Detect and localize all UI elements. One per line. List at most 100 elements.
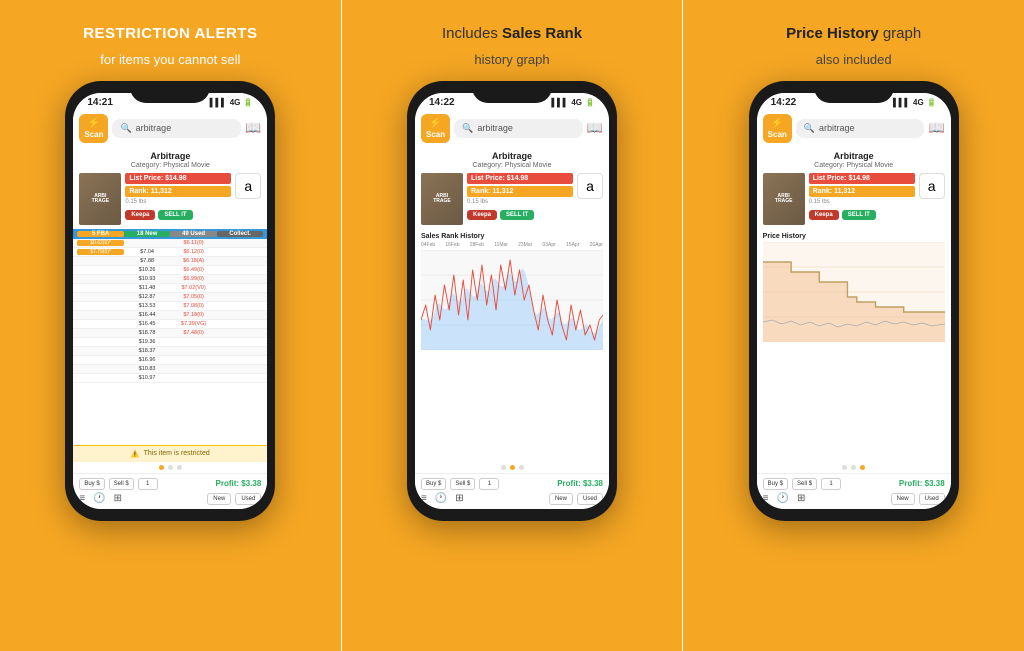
table-row: $10.97 xyxy=(73,374,267,383)
weight-left: 0.15 lbs xyxy=(125,199,231,205)
history-icon-middle[interactable]: 🕐 xyxy=(435,493,447,504)
search-bar-right[interactable]: 🔍 arbitrage xyxy=(796,119,925,138)
table-row: $7.79(0)* $7.04 $6.12(0) xyxy=(73,248,267,257)
price-history-chart: Price History xyxy=(757,229,951,461)
sell-button-middle[interactable]: SELL IT xyxy=(500,210,534,220)
left-panel: RESTRICTION ALERTS for items you cannot … xyxy=(0,0,341,651)
list-icon-left[interactable]: ≡ xyxy=(79,493,85,504)
nav-icons-right: ≡ 🕐 ⊞ New Used xyxy=(763,493,945,505)
restriction-text-left: This item is restricted xyxy=(144,450,210,457)
nav-tab-new-right[interactable]: New xyxy=(891,493,915,505)
dots-left xyxy=(73,462,267,473)
price-badge-left: List Price: $14.98 xyxy=(125,173,231,184)
product-image-left: ARBITRAGE xyxy=(79,173,121,225)
buy-button-left[interactable]: Buy $ xyxy=(79,478,104,490)
product-image-middle: ARBITRAGE xyxy=(421,173,463,225)
book-icon-left: 📖 xyxy=(245,120,261,136)
sell-button-left[interactable]: SELL IT xyxy=(158,210,192,220)
search-bar-left[interactable]: 🔍 arbitrage xyxy=(112,119,241,138)
phone-middle: 14:22 ▌▌▌ 4G 🔋 ⚡ Scan 🔍 arbitrage 📖 xyxy=(407,81,617,521)
product-info-middle: List Price: $14.98 Rank: 11,312 0.15 lbs… xyxy=(467,173,573,220)
sell-button-bottom-right[interactable]: Sell $ xyxy=(792,478,817,490)
keepa-button-left[interactable]: Keepa xyxy=(125,210,155,220)
offers-table-left: 5 FBA 18 New 49 Used Collect. $0.62(0)* … xyxy=(73,229,267,444)
app-header-right: ⚡ Scan 🔍 arbitrage 📖 xyxy=(757,110,951,148)
phone-notch-left xyxy=(130,81,210,103)
profit-left: Profit: $3.38 xyxy=(216,479,262,488)
sell-button-bottom-left[interactable]: Sell $ xyxy=(109,478,134,490)
list-icon-middle[interactable]: ≡ xyxy=(421,493,427,504)
chart-x-labels-middle: 04Feb 16Feb 28Feb 11Mar 23Mar 03Apr 15Ap… xyxy=(421,242,603,248)
qty-input-middle[interactable]: 1 xyxy=(479,478,499,490)
table-row: $19.36 xyxy=(73,338,267,347)
buy-sell-row-right: Buy $ Sell $ 1 Profit: $3.38 xyxy=(763,478,945,490)
weight-right: 0.15 lbs xyxy=(809,199,915,205)
list-icon-right[interactable]: ≡ xyxy=(763,493,769,504)
product-card-middle: Arbitrage Category: Physical Movie ARBIT… xyxy=(415,147,609,229)
search-icon-right: 🔍 xyxy=(804,123,815,134)
buy-button-right[interactable]: Buy $ xyxy=(763,478,788,490)
product-category-right: Category: Physical Movie xyxy=(763,162,945,169)
nav-tab-used-left[interactable]: Used xyxy=(235,493,261,505)
product-name-right: Arbitrage xyxy=(763,151,945,161)
keepa-button-right[interactable]: Keepa xyxy=(809,210,839,220)
qty-input-right[interactable]: 1 xyxy=(821,478,841,490)
keepa-button-middle[interactable]: Keepa xyxy=(467,210,497,220)
dot-2-middle xyxy=(510,465,515,470)
sales-rank-svg: 50000 40000 30000 20000 10000 xyxy=(421,250,603,350)
sliders-icon-right[interactable]: ⊞ xyxy=(797,493,805,504)
table-row: $18.78 $7.48(0) xyxy=(73,329,267,338)
scan-icon-left: ⚡ xyxy=(84,118,103,130)
profit-right: Profit: $3.38 xyxy=(899,479,945,488)
phone-left: 14:21 ▌▌▌ 4G 🔋 ⚡ Scan 🔍 arbitrage 📖 xyxy=(65,81,275,521)
rank-badge-right: Rank: 11,312 xyxy=(809,186,915,197)
table-row: $11.48 $7.02(V0) xyxy=(73,284,267,293)
product-name-middle: Arbitrage xyxy=(421,151,603,161)
offers-col-new: 18 New xyxy=(124,231,171,237)
middle-panel-title: Includes Sales Rank xyxy=(442,24,582,44)
right-panel-subtitle: also included xyxy=(816,52,892,67)
keepa-row-middle: Keepa SELL IT xyxy=(467,210,573,220)
nav-tab-used-middle[interactable]: Used xyxy=(577,493,603,505)
sell-button-right[interactable]: SELL IT xyxy=(842,210,876,220)
sliders-icon-left[interactable]: ⊞ xyxy=(114,493,122,504)
history-icon-right[interactable]: 🕐 xyxy=(777,493,789,504)
table-row: $10.83 xyxy=(73,365,267,374)
table-row: $7.88 $6.18(A) xyxy=(73,257,267,266)
product-info-left: List Price: $14.98 Rank: 11,312 0.15 lbs… xyxy=(125,173,231,220)
table-row: $16.45 $7.39(VG) xyxy=(73,320,267,329)
nav-tab-new-middle[interactable]: New xyxy=(549,493,573,505)
search-bar-middle[interactable]: 🔍 arbitrage xyxy=(454,119,583,138)
sell-button-bottom-middle[interactable]: Sell $ xyxy=(450,478,475,490)
weight-middle: 0.15 lbs xyxy=(467,199,573,205)
nav-tab-used-right[interactable]: Used xyxy=(919,493,945,505)
product-details-middle: ARBITRAGE List Price: $14.98 Rank: 11,31… xyxy=(421,173,603,225)
sliders-icon-middle[interactable]: ⊞ xyxy=(455,493,463,504)
phone-screen-right: 14:22 ▌▌▌ 4G 🔋 ⚡ Scan 🔍 arbitrage 📖 xyxy=(757,93,951,509)
table-row: $18.37 xyxy=(73,347,267,356)
buy-button-middle[interactable]: Buy $ xyxy=(421,478,446,490)
qty-input-left[interactable]: 1 xyxy=(138,478,158,490)
app-header-left: ⚡ Scan 🔍 arbitrage 📖 xyxy=(73,110,267,148)
table-row: $10.26 $6.49(0) xyxy=(73,266,267,275)
scan-button-right[interactable]: ⚡ Scan xyxy=(763,114,792,144)
product-image-right: ARBITRAGE xyxy=(763,173,805,225)
buy-sell-row-middle: Buy $ Sell $ 1 Profit: $3.38 xyxy=(421,478,603,490)
history-icon-left[interactable]: 🕐 xyxy=(93,493,105,504)
scan-button-left[interactable]: ⚡ Scan xyxy=(79,114,108,144)
search-icon-middle: 🔍 xyxy=(462,123,473,134)
restriction-bar-left: ⚠️ This item is restricted xyxy=(73,445,267,462)
scan-button-middle[interactable]: ⚡ Scan xyxy=(421,114,450,144)
nav-icons-middle: ≡ 🕐 ⊞ New Used xyxy=(421,493,603,505)
left-panel-title: RESTRICTION ALERTS xyxy=(83,24,257,44)
amazon-logo-middle: a xyxy=(577,173,603,199)
phone-screen-middle: 14:22 ▌▌▌ 4G 🔋 ⚡ Scan 🔍 arbitrage 📖 xyxy=(415,93,609,509)
dot-1-middle xyxy=(501,465,506,470)
nav-tab-new-left[interactable]: New xyxy=(207,493,231,505)
phone-screen-left: 14:21 ▌▌▌ 4G 🔋 ⚡ Scan 🔍 arbitrage 📖 xyxy=(73,93,267,509)
dots-middle xyxy=(415,462,609,473)
product-card-right: Arbitrage Category: Physical Movie ARBIT… xyxy=(757,147,951,229)
amazon-logo-right: a xyxy=(919,173,945,199)
product-category-left: Category: Physical Movie xyxy=(79,162,261,169)
status-icons-left: ▌▌▌ 4G 🔋 xyxy=(210,98,254,107)
